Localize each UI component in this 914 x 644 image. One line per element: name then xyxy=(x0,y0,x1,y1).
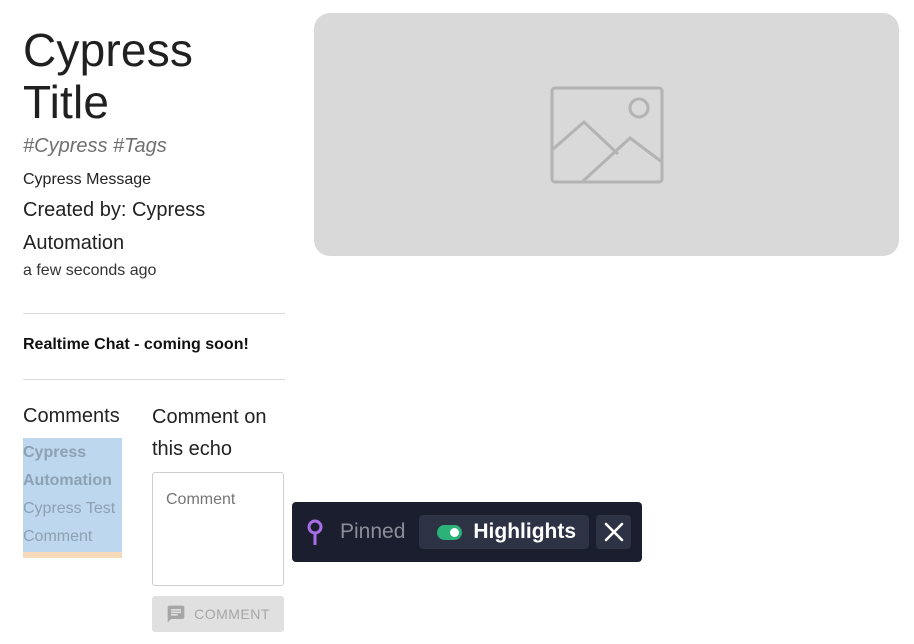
close-icon xyxy=(604,522,624,542)
comment-text: Cypress Test Comment xyxy=(23,500,116,545)
close-button[interactable] xyxy=(596,515,632,549)
divider xyxy=(23,379,285,380)
toggle-switch[interactable] xyxy=(437,524,463,540)
comment-icon xyxy=(167,605,185,623)
image-placeholder xyxy=(314,13,899,256)
comment-submit-label: COMMENT xyxy=(194,606,270,622)
highlights-label: Highlights xyxy=(473,520,577,543)
comment-item: Cypress Automation Cypress Test Comment xyxy=(23,438,122,558)
pin-toolbar: Pinned Highlights xyxy=(292,502,642,562)
pinned-label: Pinned xyxy=(340,520,406,543)
comment-input[interactable] xyxy=(152,472,284,586)
post-tags: #Cypress #Tags xyxy=(23,135,167,157)
post-timestamp: a few seconds ago xyxy=(23,262,157,279)
comment-submit-button[interactable]: COMMENT xyxy=(152,596,284,632)
post-title: Cypress Title xyxy=(23,24,194,128)
chat-notice: Realtime Chat - coming soon! xyxy=(23,336,249,353)
image-icon xyxy=(550,86,663,183)
toggle-knob xyxy=(450,527,460,537)
post-details: Cypress Title #Cypress #Tags Cypress Mes… xyxy=(23,24,285,282)
comment-compose-heading: Comment on this echo xyxy=(152,406,267,460)
post-author: Created by: Cypress Automation xyxy=(23,199,206,254)
divider xyxy=(23,313,285,314)
pin-icon[interactable] xyxy=(306,519,324,545)
comment-author: Cypress Automation xyxy=(23,444,112,489)
highlights-toggle-button[interactable]: Highlights xyxy=(419,515,590,549)
comments-heading: Comments xyxy=(23,405,120,427)
post-message: Cypress Message xyxy=(23,171,152,188)
